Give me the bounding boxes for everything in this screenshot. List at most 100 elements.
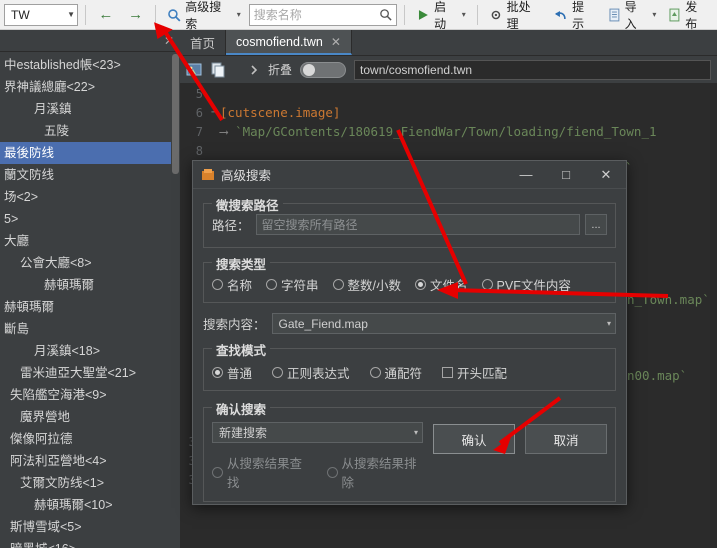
tab-cosmofiend[interactable]: cosmofiend.twn ✕ [226, 30, 352, 55]
option-label: 整数/小数 [347, 279, 402, 293]
tree-item[interactable]: 失陷艦空海港<9> [0, 384, 180, 406]
find-in-results-option[interactable]: 从搜索结果查找 [212, 453, 309, 491]
tab-home[interactable]: 首页 [180, 30, 227, 55]
image-preview-icon[interactable] [186, 62, 202, 78]
tree-item-selected[interactable]: 最後防线 [0, 142, 180, 164]
radio-icon-selected [415, 279, 427, 290]
maximize-icon[interactable]: □ [546, 161, 586, 189]
document-icon [609, 8, 620, 21]
cancel-button[interactable]: 取消 [525, 424, 607, 454]
back-button[interactable]: ← [93, 4, 119, 26]
dialog-window-controls: — □ ✕ [506, 161, 626, 189]
toolbar-separator-4 [476, 4, 478, 25]
tree-item[interactable]: 界神議總廳<22> [0, 76, 180, 98]
confirm-button[interactable]: 确认 [433, 424, 515, 454]
option-label: 通配符 [384, 367, 423, 381]
fold-label: 折叠 [268, 63, 293, 77]
batch-button[interactable]: 批处理 [485, 0, 546, 31]
publish-button[interactable]: 发布 [664, 0, 713, 31]
tree-item[interactable]: 暗黑城<16> [0, 538, 180, 548]
tree-scrollbar-thumb[interactable] [172, 54, 179, 174]
main-toolbar: TW ▼ ← → 高级搜索 ▾ 搜索名称 启动 ▾ 批处理 提示 导入 ▾ 发布 [0, 0, 717, 31]
tree-item[interactable]: 傑像阿拉德 [0, 428, 180, 450]
find-mode-option-wildcard[interactable]: 通配符 [369, 363, 423, 382]
tree-item[interactable]: 公會大廳<8> [0, 252, 180, 274]
search-type-option-name[interactable]: 名称 [212, 275, 252, 294]
fold-marker[interactable]: − [208, 107, 220, 118]
search-type-option-string[interactable]: 字符串 [266, 275, 319, 294]
tree-item[interactable]: 赫頓瑪爾 [0, 296, 180, 318]
tab-home-label: 首页 [190, 37, 216, 51]
tip-button[interactable]: 提示 [550, 0, 600, 31]
search-icon [380, 9, 392, 21]
tree-item[interactable]: 魔界營地 [0, 406, 180, 428]
search-input[interactable]: 搜索名称 [248, 3, 398, 26]
tree-item[interactable]: 大廳 [0, 230, 180, 252]
option-label: 普通 [227, 367, 253, 381]
find-mode-options: 普通 正则表达式 通配符 开头匹配 [212, 363, 607, 382]
close-icon[interactable]: ✕ [586, 161, 626, 189]
tree-item[interactable]: 雷米迪亞大聖堂<21> [0, 362, 180, 384]
tree-item[interactable]: 月溪鎮 [0, 98, 180, 120]
search-path-row: 路径： 留空搜索所有路径 ... [212, 214, 607, 235]
chevron-right-icon[interactable] [248, 64, 260, 76]
fold-toggle[interactable] [300, 61, 347, 78]
tree-scrollbar[interactable] [171, 52, 180, 548]
search-target-combo[interactable]: 新建搜索 ▾ [212, 422, 423, 443]
search-path-input[interactable]: 留空搜索所有路径 [255, 214, 580, 235]
copy-icon[interactable] [210, 62, 226, 78]
search-type-option-filename[interactable]: 文件名 [415, 275, 468, 294]
tree-item[interactable]: 赫頓瑪爾<10> [0, 494, 180, 516]
option-label: PVF文件内容 [496, 279, 571, 293]
import-button[interactable]: 导入 ▾ [604, 0, 661, 31]
tree-item[interactable]: 赫頓瑪爾 [0, 274, 180, 296]
option-label: 开头匹配 [457, 367, 508, 381]
import-label: 导入 [624, 0, 637, 31]
arrow-left-icon: ← [98, 6, 114, 23]
tree-item[interactable]: 斯博雪域<5> [0, 516, 180, 538]
advanced-search-button[interactable]: 高级搜索 ▾ [163, 0, 244, 31]
search-type-option-number[interactable]: 整数/小数 [332, 275, 402, 294]
tree-item[interactable]: 中established帳<23> [0, 54, 180, 76]
code-fragment-3: n00.map` [627, 368, 688, 383]
close-icon[interactable]: ✕ [331, 35, 341, 49]
find-mode-option-normal[interactable]: 普通 [212, 363, 252, 382]
tree-item[interactable]: 五陵 [0, 120, 180, 142]
file-path-field[interactable]: town/cosmofiend.twn [354, 59, 711, 80]
chevron-down-icon: ▼ [67, 10, 75, 19]
publish-icon [669, 8, 680, 21]
browse-path-button[interactable]: ... [585, 214, 607, 235]
tree-item[interactable]: 场<2> [0, 186, 180, 208]
dialog-title: 高级搜索 [221, 169, 272, 183]
search-content-combo[interactable]: Gate_Fiend.map ▾ [271, 313, 616, 334]
exclude-results-option[interactable]: 从搜索结果排除 [326, 453, 424, 491]
tree-item[interactable]: 5> [0, 208, 180, 230]
tree-item[interactable]: 艾爾文防线<1> [0, 472, 180, 494]
code-line: 6 − [cutscene.image] [180, 103, 717, 122]
find-mode-option-regex[interactable]: 正则表达式 [272, 363, 350, 382]
search-type-option-pvf-content[interactable]: PVF文件内容 [481, 275, 571, 294]
tree-item[interactable]: 斷島 [0, 318, 180, 340]
tree-item[interactable]: 阿法利亞營地<4> [0, 450, 180, 472]
line-number: 6 [195, 105, 203, 120]
search-type-group-label: 搜索类型 [212, 254, 271, 273]
minimize-icon[interactable]: — [506, 161, 546, 189]
app-icon [202, 168, 214, 180]
launch-button[interactable]: 启动 ▾ [412, 0, 470, 31]
find-mode-option-prefix-match[interactable]: 开头匹配 [442, 363, 507, 382]
option-label: 字符串 [281, 279, 319, 293]
forward-button[interactable]: → [123, 4, 149, 26]
arrow-right-icon: → [128, 6, 144, 23]
tree-item[interactable]: 月溪鎮<18> [0, 340, 180, 362]
checkbox-icon [442, 367, 454, 378]
file-tree[interactable]: 中established帳<23> 界神議總廳<22> 月溪鎮 五陵 最後防线 … [0, 52, 180, 548]
find-mode-group-label: 查找模式 [212, 340, 271, 359]
magnifier-icon [168, 8, 181, 22]
play-icon [419, 9, 429, 20]
find-mode-group: 查找模式 普通 正则表达式 通配符 开头匹配 [203, 340, 616, 391]
tree-item[interactable]: 蘭文防线 [0, 164, 180, 186]
dialog-titlebar[interactable]: 高级搜索 — □ ✕ [193, 161, 626, 189]
pin-icon[interactable]: ✕ [164, 34, 174, 48]
language-combo[interactable]: TW ▼ [4, 3, 78, 26]
radio-icon [369, 367, 381, 378]
